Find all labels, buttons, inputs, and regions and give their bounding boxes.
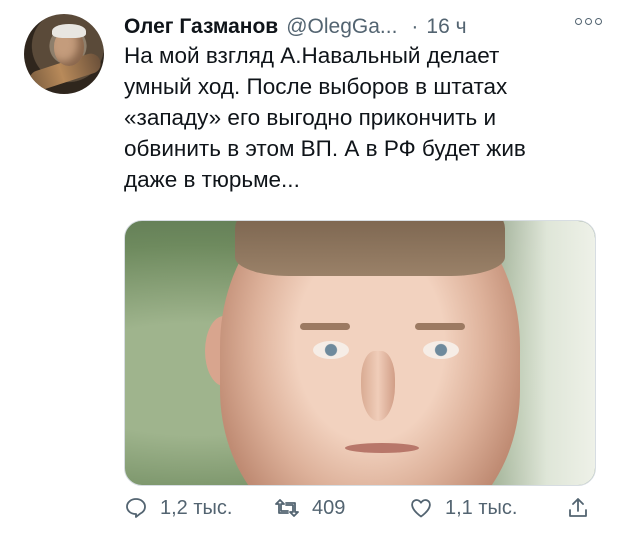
tweet-image[interactable] (124, 220, 596, 486)
more-dot (595, 18, 602, 25)
reply-icon (124, 496, 148, 520)
like-count: 1,1 тыс. (445, 496, 518, 519)
image-nose (361, 351, 395, 421)
image-brow-right (415, 323, 465, 330)
separator-dot: · (411, 15, 419, 38)
avatar-hair (52, 24, 86, 38)
action-bar: 1,2 тыс. 409 1,1 тыс. (124, 496, 594, 536)
retweet-button[interactable]: 409 (274, 496, 345, 520)
image-eye-left (313, 341, 349, 359)
avatar[interactable] (24, 14, 104, 94)
like-button[interactable]: 1,1 тыс. (409, 496, 517, 520)
author-handle[interactable]: @OlegGa... (286, 15, 397, 39)
reply-count: 1,2 тыс. (160, 496, 233, 519)
image-mouth (345, 443, 419, 453)
share-button[interactable] (566, 496, 590, 520)
tweet-text: На мой взгляд А.Навальный делает умный х… (124, 43, 526, 192)
tweet-header: Олег Газманов @OlegGa... · 16 ч (124, 10, 602, 44)
image-hair (235, 221, 505, 276)
retweet-icon (274, 496, 300, 520)
image-brow-left (300, 323, 350, 330)
more-dot (585, 18, 592, 25)
more-dot (575, 18, 582, 25)
reply-button[interactable]: 1,2 тыс. (124, 496, 232, 520)
author-name[interactable]: Олег Газманов (124, 15, 278, 39)
more-icon[interactable] (575, 18, 602, 25)
share-icon (566, 496, 590, 520)
tweet-time[interactable]: 16 ч (426, 15, 466, 39)
retweet-count: 409 (312, 496, 346, 519)
like-icon (409, 496, 433, 520)
image-eye-right (423, 341, 459, 359)
